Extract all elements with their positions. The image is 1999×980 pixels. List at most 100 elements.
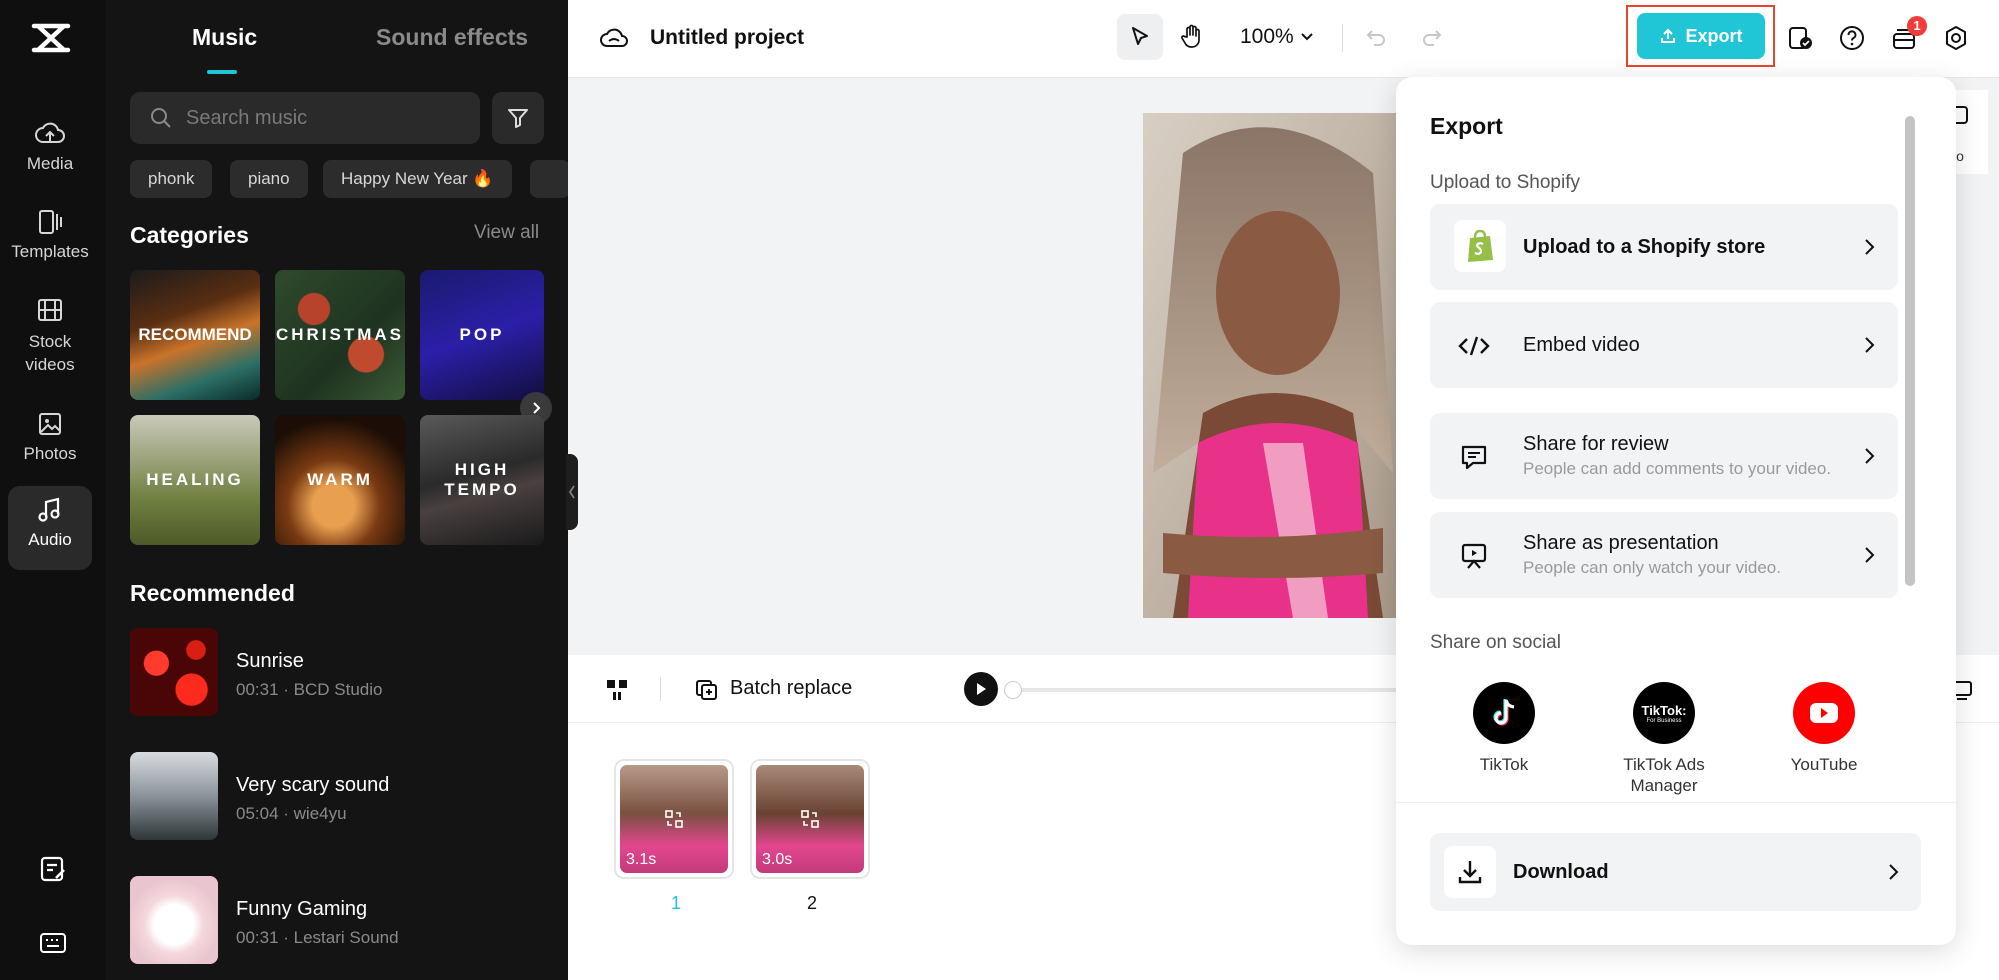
download-icon <box>1444 846 1496 898</box>
track-item[interactable]: Funny Gaming 00:31 · Lestari Sound <box>130 876 550 964</box>
split-tool-icon[interactable] <box>604 677 630 703</box>
video-preview[interactable] <box>1143 113 1403 618</box>
chip-piano[interactable]: piano <box>230 160 308 198</box>
share-as-presentation-option[interactable]: Share as presentation People can only wa… <box>1430 512 1898 598</box>
template-icon <box>39 210 62 234</box>
tiktok-business-icon: TikTok: For Business <box>1633 682 1695 744</box>
tab-sound-effects[interactable]: Sound effects <box>376 24 528 51</box>
track-item[interactable]: Sunrise 00:31 · BCD Studio <box>130 628 550 716</box>
popup-scrollbar[interactable] <box>1905 116 1915 586</box>
keyboard-icon[interactable] <box>38 928 68 958</box>
play-icon <box>977 683 986 695</box>
search-placeholder: Search music <box>186 106 308 129</box>
share-youtube-button[interactable]: YouTube <box>1764 682 1884 775</box>
rail-item-photos[interactable]: Photos <box>8 400 92 484</box>
track-meta: 05:04 · wie4yu <box>236 804 347 823</box>
filter-button[interactable] <box>492 92 544 144</box>
export-popup: Export Upload to Shopify Upload to a Sho… <box>1396 77 1956 945</box>
option-description: People can only watch your video. <box>1523 558 1781 577</box>
category-healing[interactable]: HEALING <box>130 415 260 545</box>
divider <box>1342 24 1343 52</box>
batch-replace-button[interactable]: Batch replace <box>694 675 852 701</box>
youtube-icon <box>1793 682 1855 744</box>
capcut-logo-icon[interactable] <box>30 20 72 56</box>
timeline-clip[interactable]: 3.0s <box>750 759 870 879</box>
chevron-left-icon <box>569 485 575 499</box>
cursor-icon <box>1132 27 1148 45</box>
export-button[interactable]: Export <box>1637 13 1765 59</box>
presentation-icon <box>1454 536 1494 576</box>
help-icon <box>1840 26 1864 50</box>
rail-item-media[interactable]: Media <box>8 110 92 194</box>
undo-icon[interactable] <box>1364 26 1388 50</box>
track-thumbnail <box>130 876 218 964</box>
rail-item-audio[interactable]: Audio <box>8 486 92 570</box>
filter-icon <box>508 109 528 128</box>
hand-tool-button[interactable] <box>1169 14 1215 60</box>
panel-collapse-handle[interactable] <box>566 454 578 530</box>
download-option[interactable]: Download <box>1430 833 1921 911</box>
recommended-title: Recommended <box>130 580 295 606</box>
track-meta: 00:31 · BCD Studio <box>236 680 383 699</box>
help-button[interactable] <box>1836 22 1868 54</box>
category-christmas[interactable]: CHRISTMAS <box>275 270 405 400</box>
batch-replace-label: Batch replace <box>730 676 853 699</box>
redo-icon[interactable] <box>1420 26 1444 50</box>
play-button[interactable] <box>964 672 998 706</box>
tiktok-logo-text: TikTok: <box>1641 702 1687 718</box>
music-note-icon <box>38 497 60 522</box>
category-recommend[interactable]: RECOMMEND <box>130 270 260 400</box>
share-for-review-option[interactable]: Share for review People can add comments… <box>1430 413 1898 499</box>
export-label: Export <box>1685 25 1743 46</box>
view-all-link[interactable]: View all <box>474 222 539 244</box>
project-title[interactable]: Untitled project <box>650 26 804 50</box>
zoom-dropdown[interactable]: 100% <box>1240 25 1314 49</box>
category-warm[interactable]: WARM <box>275 415 405 545</box>
tab-music[interactable]: Music <box>192 24 257 51</box>
chip-phonk[interactable]: phonk <box>130 160 213 198</box>
share-tiktok-button[interactable]: TikTok <box>1444 682 1564 775</box>
chevron-right-icon <box>1889 864 1899 880</box>
track-thumbnail <box>130 628 218 716</box>
settings-button[interactable] <box>1940 22 1972 54</box>
chevron-down-icon <box>1301 33 1313 41</box>
shopify-icon <box>1454 220 1506 272</box>
divider <box>660 677 661 701</box>
embed-video-option[interactable]: Embed video <box>1430 302 1898 388</box>
rail-label: Media <box>26 154 74 173</box>
track-item[interactable]: Very scary sound 05:04 · wie4yu <box>130 752 550 840</box>
chevron-right-icon <box>1865 547 1875 563</box>
upload-shopify-option[interactable]: Upload to a Shopify store <box>1430 204 1898 290</box>
scrubber-handle[interactable] <box>1004 681 1022 699</box>
popup-title: Export <box>1430 113 1503 139</box>
clip-duration: 3.1s <box>626 851 657 868</box>
upload-icon <box>1661 28 1676 43</box>
cloud-save-icon[interactable] <box>600 26 628 50</box>
zoom-value: 100% <box>1240 25 1294 48</box>
comment-icon <box>1454 437 1494 477</box>
chevron-right-icon <box>1865 448 1875 464</box>
chip-happy-new-year[interactable]: Happy New Year 🔥 <box>323 160 512 198</box>
search-music-input[interactable]: Search music <box>130 92 480 144</box>
rail-item-stock-videos[interactable]: Stock videos <box>8 286 92 386</box>
track-title: Sunrise <box>236 650 304 672</box>
social-name: TikTok <box>1479 755 1529 774</box>
notes-edit-icon[interactable] <box>38 854 68 884</box>
clip-number: 1 <box>671 893 682 913</box>
track-meta: 00:31 · Lestari Sound <box>236 928 399 947</box>
tiktok-icon <box>1473 682 1535 744</box>
category-high-tempo[interactable]: HIGH TEMPO <box>420 415 544 545</box>
hand-icon <box>1181 24 1200 48</box>
select-tool-button[interactable] <box>1117 14 1163 60</box>
code-icon <box>1454 326 1494 366</box>
category-pop[interactable]: POP <box>420 270 544 400</box>
chip-partial[interactable] <box>530 160 568 198</box>
cloud-upload-icon <box>35 122 65 143</box>
share-tiktok-ads-button[interactable]: TikTok: For Business TikTok Ads Manager <box>1604 682 1724 796</box>
rail-item-templates[interactable]: Templates <box>8 198 92 282</box>
timeline-clip[interactable]: 3.1s <box>614 759 734 879</box>
chevron-right-icon <box>1865 239 1875 255</box>
chevron-right-icon <box>1865 337 1875 353</box>
shield-check-button[interactable] <box>1784 22 1816 54</box>
replace-icon <box>665 810 683 828</box>
